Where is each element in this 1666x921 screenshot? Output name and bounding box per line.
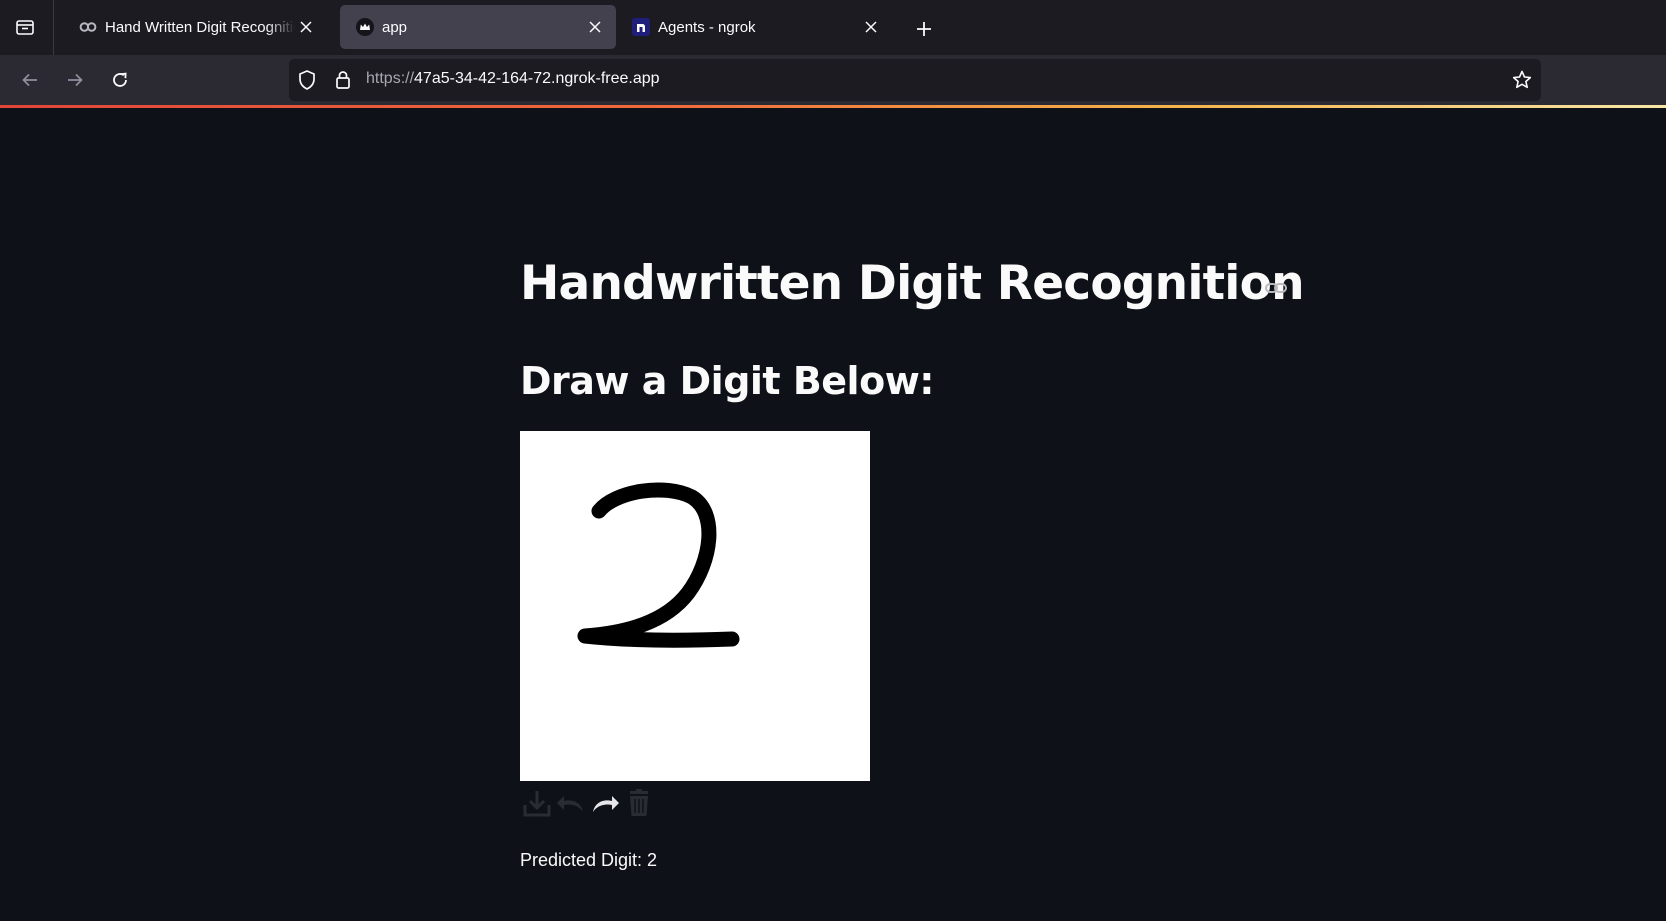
tab-agents-ngrok[interactable]: Agents - ngrok bbox=[616, 5, 892, 49]
canvas-toolbar bbox=[520, 786, 656, 820]
url-host: 47a5-34-42-164-72.ngrok-free.app bbox=[414, 70, 660, 87]
tab-app[interactable]: app bbox=[340, 5, 616, 49]
bookmark-star-icon[interactable] bbox=[1511, 69, 1533, 96]
tab-list-button[interactable] bbox=[8, 10, 42, 44]
navigation-bar: https://47a5-34-42-164-72.ngrok-free.app bbox=[0, 55, 1666, 105]
heading-anchor-link[interactable] bbox=[1263, 278, 1289, 298]
tab-title: app bbox=[382, 18, 408, 36]
download-icon bbox=[523, 791, 551, 817]
redo-button[interactable] bbox=[588, 786, 622, 820]
url-bar[interactable]: https://47a5-34-42-164-72.ngrok-free.app bbox=[289, 59, 1541, 101]
predicted-digit-text: Predicted Digit: 2 bbox=[520, 850, 658, 870]
undo-icon bbox=[557, 796, 583, 812]
close-tab-icon[interactable] bbox=[295, 16, 317, 38]
plus-icon bbox=[917, 22, 931, 36]
tab-strip: Hand Written Digit Recognition app Agent… bbox=[0, 0, 1666, 55]
tab-title: Agents - ngrok bbox=[658, 18, 756, 36]
page-title: Handwritten Digit Recognition bbox=[520, 256, 1305, 311]
tab-list-icon bbox=[16, 20, 34, 35]
reload-button[interactable] bbox=[103, 63, 137, 97]
streamlit-crown-icon bbox=[356, 18, 374, 36]
arrow-left-icon bbox=[22, 73, 37, 87]
undo-button[interactable] bbox=[554, 786, 588, 820]
drawing-canvas[interactable] bbox=[520, 431, 870, 781]
arrow-right-icon bbox=[68, 73, 83, 87]
new-tab-button[interactable] bbox=[906, 12, 942, 46]
forward-button[interactable] bbox=[58, 63, 92, 97]
drawn-digit-stroke bbox=[577, 482, 740, 648]
url-protocol: https:// bbox=[366, 70, 415, 87]
redo-icon bbox=[593, 796, 619, 812]
lock-icon[interactable] bbox=[333, 69, 353, 96]
reload-icon bbox=[113, 72, 127, 87]
app-main: Handwritten Digit Recognition Draw a Dig… bbox=[0, 108, 1666, 921]
back-button[interactable] bbox=[13, 63, 47, 97]
colab-icon bbox=[79, 18, 97, 36]
ngrok-icon bbox=[632, 18, 650, 36]
close-tab-icon[interactable] bbox=[584, 16, 606, 38]
tab-title: Hand Written Digit Recognition bbox=[105, 18, 295, 36]
tab-hand-written-digit-recognition[interactable]: Hand Written Digit Recognition bbox=[63, 5, 327, 49]
tab-separator bbox=[53, 0, 54, 55]
tracking-protection-shield-icon[interactable] bbox=[297, 69, 317, 96]
url-text[interactable]: https://47a5-34-42-164-72.ngrok-free.app bbox=[366, 70, 660, 88]
close-tab-icon[interactable] bbox=[860, 16, 882, 38]
trash-icon bbox=[630, 789, 648, 816]
delete-button[interactable] bbox=[622, 786, 656, 820]
subheader: Draw a Digit Below: bbox=[520, 359, 935, 403]
link-icon bbox=[1265, 283, 1287, 293]
download-button[interactable] bbox=[520, 786, 554, 820]
